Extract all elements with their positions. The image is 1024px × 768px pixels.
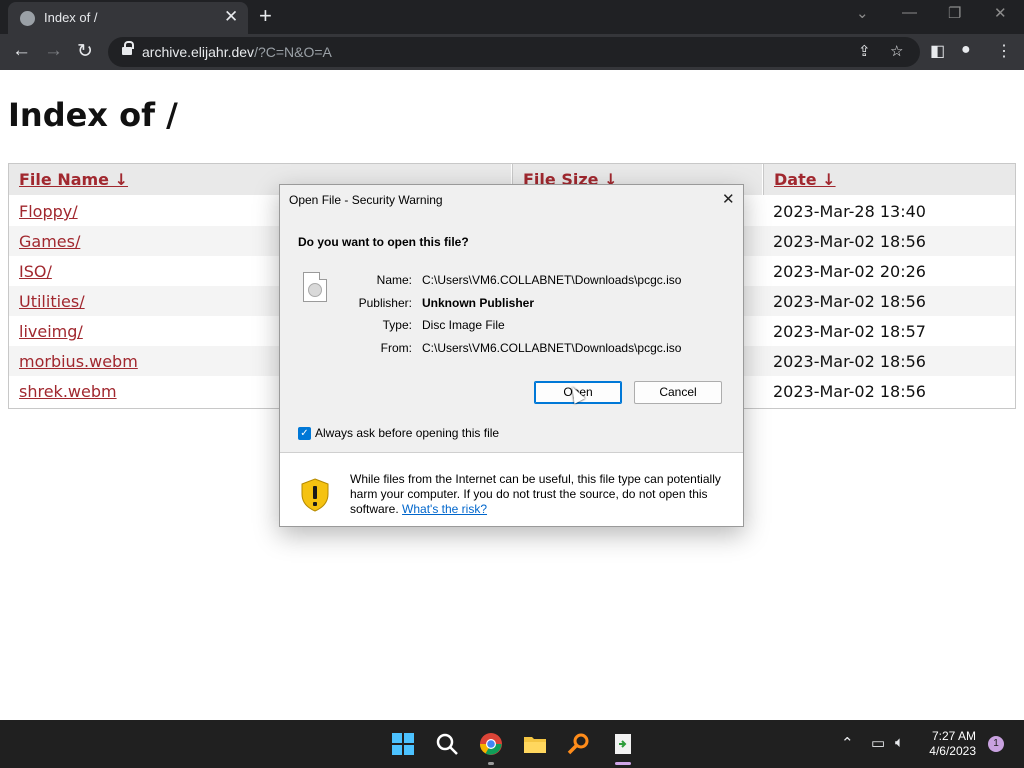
tab-strip: Index of / ✕ + ⌄ — ❐ ✕ bbox=[0, 0, 1024, 34]
back-icon[interactable]: ← bbox=[12, 40, 31, 62]
file-link[interactable]: Utilities/ bbox=[19, 292, 85, 311]
chrome-icon[interactable] bbox=[479, 732, 503, 756]
warning-text: While files from the Internet can be use… bbox=[350, 472, 730, 517]
menu-kebab-icon[interactable]: ⋮ bbox=[996, 41, 1012, 61]
active-app-icon[interactable] bbox=[611, 732, 635, 756]
file-link[interactable]: Floppy/ bbox=[19, 202, 78, 221]
reload-icon[interactable]: ↻ bbox=[77, 40, 93, 63]
minimize-icon[interactable]: — bbox=[902, 4, 917, 21]
page-title: Index of / bbox=[8, 96, 178, 134]
sort-by-name-link[interactable]: File Name ↓ bbox=[19, 170, 128, 189]
url-text[interactable]: archive.elijahr.dev/?C=N&O=A bbox=[142, 44, 332, 60]
file-date: 2023-Mar-02 20:26 bbox=[773, 262, 926, 281]
url-host: archive.elijahr.dev bbox=[142, 44, 255, 60]
file-date: 2023-Mar-02 18:56 bbox=[773, 352, 926, 371]
address-bar[interactable]: archive.elijahr.dev/?C=N&O=A ⇪ ☆ bbox=[108, 37, 920, 67]
file-link[interactable]: liveimg/ bbox=[19, 322, 83, 341]
taskbar-clock[interactable]: 7:27 AM 4/6/2023 bbox=[929, 729, 976, 759]
forward-icon[interactable]: → bbox=[44, 40, 63, 62]
dialog-footer: While files from the Internet can be use… bbox=[280, 453, 743, 526]
file-link[interactable]: Games/ bbox=[19, 232, 80, 251]
cancel-button[interactable]: Cancel bbox=[634, 381, 722, 404]
notification-badge[interactable]: 1 bbox=[988, 736, 1004, 752]
browser-tab[interactable]: Index of / ✕ bbox=[8, 2, 248, 34]
search-icon[interactable] bbox=[435, 732, 459, 756]
tab-search-icon[interactable]: ⌄ bbox=[856, 4, 869, 22]
sort-by-date-link[interactable]: Date ↓ bbox=[774, 170, 836, 189]
close-window-icon[interactable]: ✕ bbox=[994, 4, 1007, 22]
clock-time: 7:27 AM bbox=[931, 729, 976, 743]
lock-icon[interactable] bbox=[122, 41, 134, 57]
publisher-label: Publisher: bbox=[358, 296, 412, 310]
always-ask-checkbox[interactable]: ✓ bbox=[298, 427, 311, 440]
side-panel-icon[interactable]: ◧ bbox=[930, 41, 945, 61]
always-ask-label[interactable]: Always ask before opening this file bbox=[315, 426, 499, 440]
from-value: C:\Users\VM6.COLLABNET\Downloads\pcgc.is… bbox=[422, 341, 682, 355]
file-date: 2023-Mar-02 18:56 bbox=[773, 232, 926, 251]
whats-the-risk-link[interactable]: What's the risk? bbox=[402, 502, 487, 516]
dialog-title: Open File - Security Warning bbox=[289, 193, 443, 207]
file-link[interactable]: ISO/ bbox=[19, 262, 52, 281]
url-path: /?C=N&O=A bbox=[254, 44, 332, 60]
file-date: 2023-Mar-02 18:56 bbox=[773, 382, 926, 401]
bookmark-star-icon[interactable]: ☆ bbox=[890, 42, 903, 60]
tab-title: Index of / bbox=[44, 10, 98, 25]
restore-icon[interactable]: ❐ bbox=[948, 4, 961, 22]
dialog-close-icon[interactable]: ✕ bbox=[722, 190, 735, 208]
new-tab-button[interactable]: + bbox=[259, 3, 272, 29]
from-label: From: bbox=[380, 341, 412, 355]
clock-date: 4/6/2023 bbox=[929, 744, 976, 758]
name-value: C:\Users\VM6.COLLABNET\Downloads\pcgc.is… bbox=[422, 273, 682, 287]
file-date: 2023-Mar-02 18:56 bbox=[773, 292, 926, 311]
show-hidden-icons-icon[interactable]: ⌃ bbox=[841, 734, 854, 752]
column-header-date: Date ↓ bbox=[763, 164, 1015, 195]
chrome-running-indicator bbox=[488, 762, 494, 765]
file-link[interactable]: morbius.webm bbox=[19, 352, 138, 371]
network-icon[interactable]: ▭ bbox=[871, 734, 885, 752]
active-app-indicator bbox=[615, 762, 631, 765]
type-label: Type: bbox=[382, 318, 412, 332]
file-date: 2023-Mar-28 13:40 bbox=[773, 202, 926, 221]
dialog-question: Do you want to open this file? bbox=[298, 235, 469, 249]
profile-icon[interactable]: ● bbox=[961, 41, 971, 59]
security-warning-dialog: Open File - Security Warning ✕ Do you wa… bbox=[279, 184, 744, 527]
tab-close-icon[interactable]: ✕ bbox=[224, 7, 238, 27]
file-date: 2023-Mar-02 18:57 bbox=[773, 322, 926, 341]
type-value: Disc Image File bbox=[422, 318, 505, 332]
disc-file-icon bbox=[303, 272, 327, 302]
file-link[interactable]: shrek.webm bbox=[19, 382, 117, 401]
publisher-value: Unknown Publisher bbox=[422, 296, 535, 310]
globe-icon bbox=[20, 11, 35, 26]
file-explorer-icon[interactable] bbox=[523, 732, 547, 756]
share-icon[interactable]: ⇪ bbox=[858, 42, 871, 60]
warning-shield-icon bbox=[301, 478, 329, 512]
start-windows-icon[interactable] bbox=[391, 732, 415, 756]
name-label: Name: bbox=[376, 273, 412, 287]
volume-icon[interactable]: 🔈︎ bbox=[895, 734, 904, 751]
windows-taskbar: ⌃ ▭ 🔈︎ 7:27 AM 4/6/2023 1 bbox=[0, 720, 1024, 768]
browser-toolbar: ← → ↻ archive.elijahr.dev/?C=N&O=A ⇪ ☆ ◧… bbox=[0, 34, 1024, 70]
magnifier-app-icon[interactable] bbox=[567, 732, 591, 756]
